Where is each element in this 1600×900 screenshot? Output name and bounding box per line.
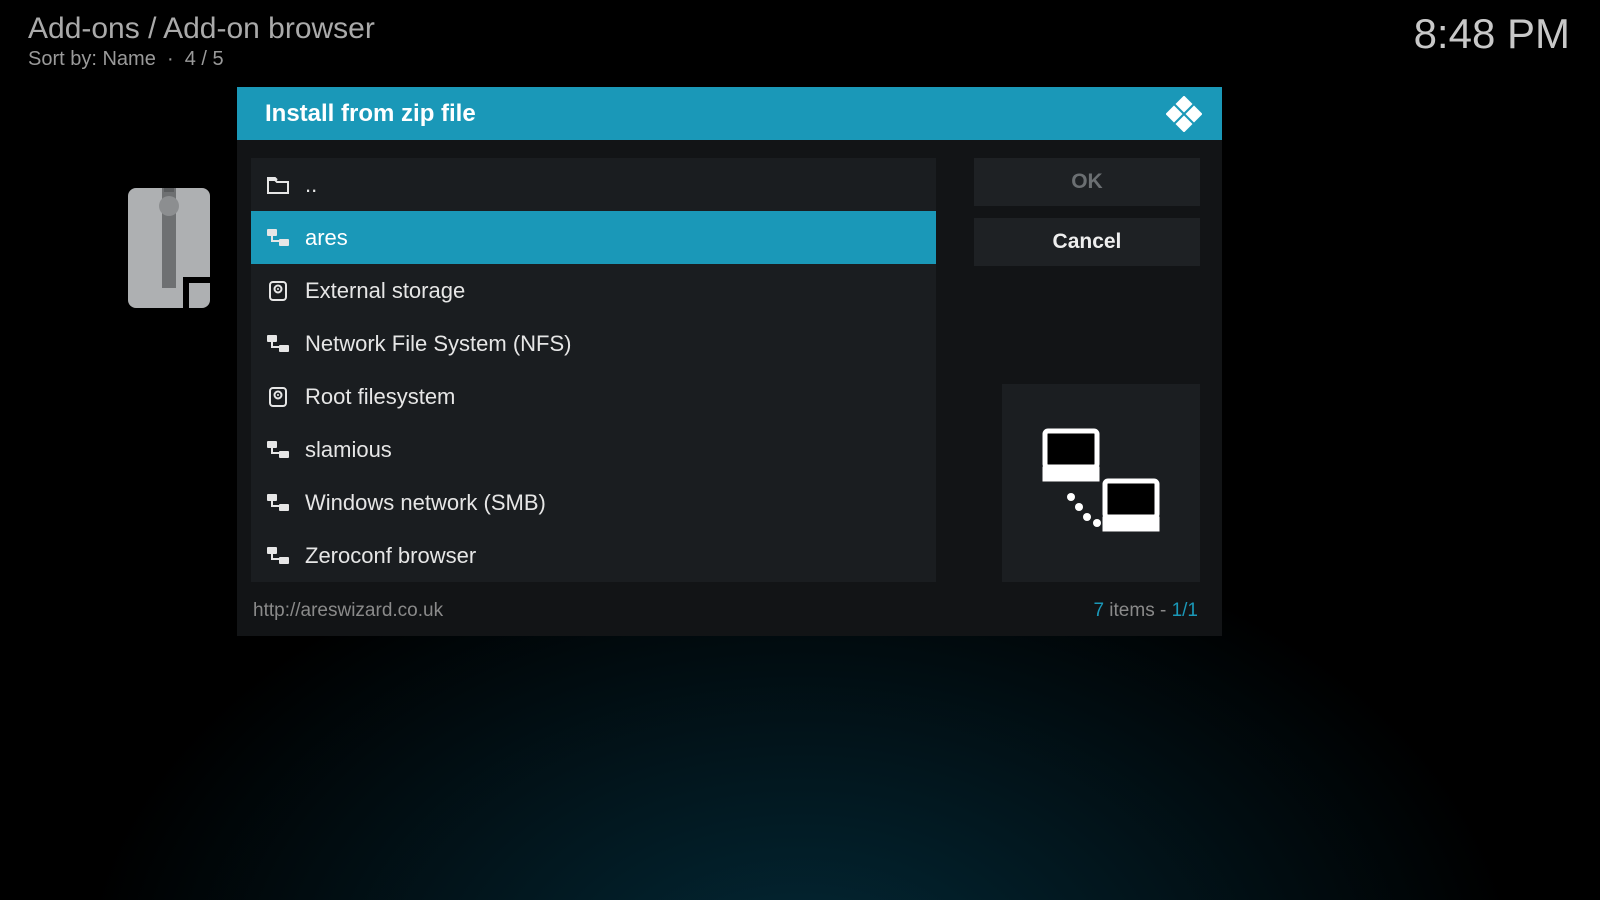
list-item-label: Zeroconf browser [305, 543, 476, 569]
dialog-footer: http://areswizard.co.uk 7 items - 1/1 [237, 594, 1222, 636]
network-icon [265, 335, 291, 353]
sort-label: Sort by: Name [28, 48, 156, 70]
dialog-titlebar: Install from zip file [237, 87, 1222, 140]
network-icon [265, 547, 291, 565]
position-label: 4 / 5 [185, 48, 224, 70]
preview-thumbnail [1002, 384, 1200, 582]
list-item[interactable]: ares [251, 211, 936, 264]
clock: 8:48 PM [1414, 10, 1570, 58]
disk-icon [265, 387, 291, 407]
list-item-label: External storage [305, 278, 465, 304]
list-item[interactable]: Windows network (SMB) [251, 476, 936, 529]
install-zip-dialog: Install from zip file .. ares External sto… [237, 87, 1222, 636]
source-list: .. ares External storage Network File Syste… [251, 158, 936, 582]
list-item[interactable]: External storage [251, 264, 936, 317]
current-path: http://areswizard.co.uk [253, 600, 443, 622]
item-count: 7 items - 1/1 [1093, 600, 1198, 622]
cancel-button[interactable]: Cancel [974, 218, 1200, 266]
network-share-icon [1031, 423, 1171, 543]
list-item-label: ares [305, 225, 348, 251]
list-item-label: Windows network (SMB) [305, 490, 546, 516]
sort-line: Sort by: Name · 4 / 5 [28, 48, 224, 71]
list-item[interactable]: .. [251, 158, 936, 211]
list-item-label: .. [305, 172, 317, 198]
network-icon [265, 441, 291, 459]
network-icon [265, 494, 291, 512]
list-item-label: Network File System (NFS) [305, 331, 571, 357]
list-item[interactable]: Network File System (NFS) [251, 317, 936, 370]
list-item[interactable]: Root filesystem [251, 370, 936, 423]
network-icon [265, 229, 291, 247]
list-item[interactable]: slamious [251, 423, 936, 476]
list-item[interactable]: Zeroconf browser [251, 529, 936, 582]
list-item-label: Root filesystem [305, 384, 455, 410]
disk-icon [265, 281, 291, 301]
folder-up-icon [265, 176, 291, 194]
breadcrumb: Add-ons / Add-on browser [28, 12, 375, 46]
ok-button[interactable]: OK [974, 158, 1200, 206]
kodi-logo-icon [1166, 96, 1202, 132]
zip-install-icon [128, 188, 238, 383]
dialog-title: Install from zip file [265, 100, 476, 128]
list-item-label: slamious [305, 437, 392, 463]
